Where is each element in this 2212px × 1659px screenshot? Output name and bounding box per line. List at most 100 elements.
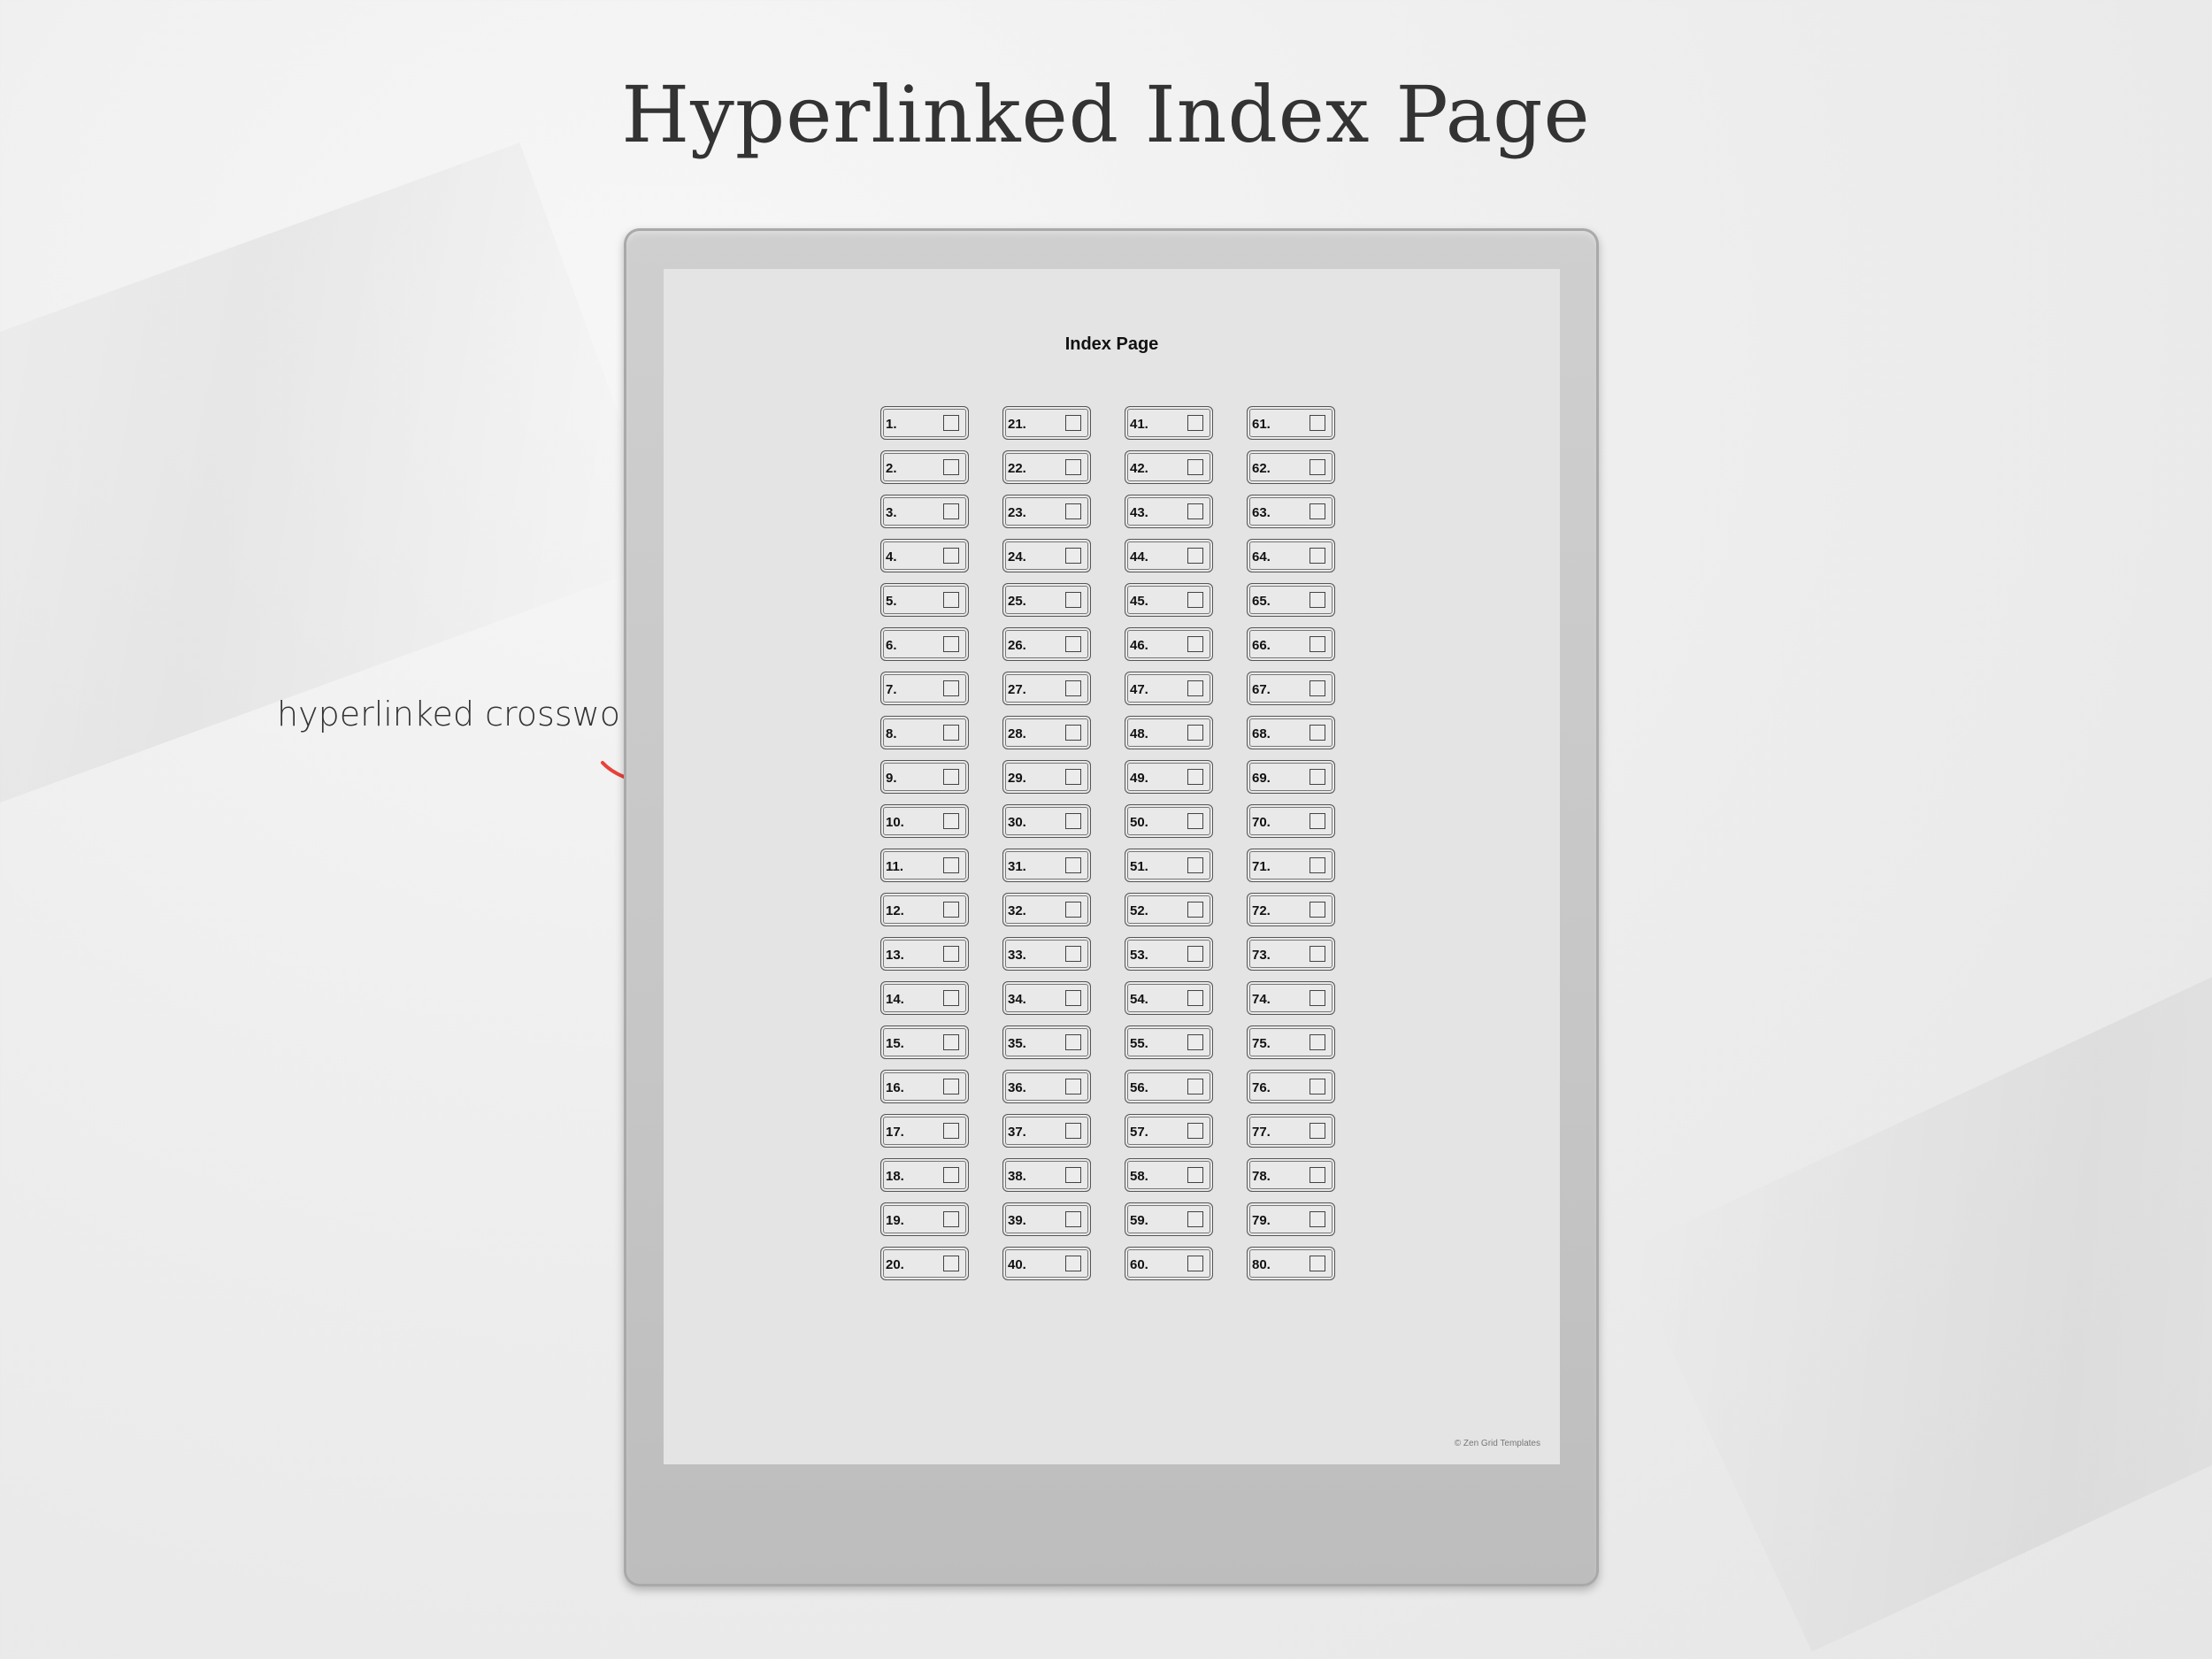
checkbox[interactable] bbox=[943, 1123, 959, 1139]
index-link-cell[interactable]: 11. bbox=[880, 849, 969, 882]
checkbox[interactable] bbox=[1310, 769, 1325, 785]
checkbox[interactable] bbox=[943, 1034, 959, 1050]
index-link-cell[interactable]: 24. bbox=[1002, 539, 1091, 572]
checkbox[interactable] bbox=[1187, 459, 1203, 475]
index-link-cell[interactable]: 54. bbox=[1125, 981, 1213, 1015]
index-link-cell[interactable]: 43. bbox=[1125, 495, 1213, 528]
index-link-cell[interactable]: 56. bbox=[1125, 1070, 1213, 1103]
index-link-cell[interactable]: 68. bbox=[1247, 716, 1335, 749]
checkbox[interactable] bbox=[1187, 592, 1203, 608]
checkbox[interactable] bbox=[943, 813, 959, 829]
index-link-cell[interactable]: 30. bbox=[1002, 804, 1091, 838]
checkbox[interactable] bbox=[1310, 415, 1325, 431]
checkbox[interactable] bbox=[1310, 1256, 1325, 1271]
checkbox[interactable] bbox=[1065, 1211, 1081, 1227]
index-link-cell[interactable]: 51. bbox=[1125, 849, 1213, 882]
checkbox[interactable] bbox=[1187, 1123, 1203, 1139]
index-link-cell[interactable]: 41. bbox=[1125, 406, 1213, 440]
checkbox[interactable] bbox=[1187, 503, 1203, 519]
checkbox[interactable] bbox=[1065, 415, 1081, 431]
checkbox[interactable] bbox=[1187, 857, 1203, 873]
checkbox[interactable] bbox=[1310, 725, 1325, 741]
checkbox[interactable] bbox=[1310, 459, 1325, 475]
checkbox[interactable] bbox=[1065, 902, 1081, 918]
index-link-cell[interactable]: 9. bbox=[880, 760, 969, 794]
checkbox[interactable] bbox=[943, 902, 959, 918]
index-link-cell[interactable]: 14. bbox=[880, 981, 969, 1015]
checkbox[interactable] bbox=[1065, 1034, 1081, 1050]
index-link-cell[interactable]: 76. bbox=[1247, 1070, 1335, 1103]
index-link-cell[interactable]: 46. bbox=[1125, 627, 1213, 661]
index-link-cell[interactable]: 72. bbox=[1247, 893, 1335, 926]
checkbox[interactable] bbox=[1310, 1079, 1325, 1094]
checkbox[interactable] bbox=[943, 1211, 959, 1227]
index-link-cell[interactable]: 37. bbox=[1002, 1114, 1091, 1148]
checkbox[interactable] bbox=[1310, 990, 1325, 1006]
index-link-cell[interactable]: 38. bbox=[1002, 1158, 1091, 1192]
checkbox[interactable] bbox=[1187, 813, 1203, 829]
checkbox[interactable] bbox=[943, 636, 959, 652]
index-link-cell[interactable]: 39. bbox=[1002, 1202, 1091, 1236]
index-link-cell[interactable]: 8. bbox=[880, 716, 969, 749]
checkbox[interactable] bbox=[1310, 946, 1325, 962]
index-link-cell[interactable]: 66. bbox=[1247, 627, 1335, 661]
checkbox[interactable] bbox=[943, 725, 959, 741]
index-link-cell[interactable]: 62. bbox=[1247, 450, 1335, 484]
index-link-cell[interactable]: 34. bbox=[1002, 981, 1091, 1015]
checkbox[interactable] bbox=[1065, 592, 1081, 608]
checkbox[interactable] bbox=[1310, 1211, 1325, 1227]
checkbox[interactable] bbox=[1187, 769, 1203, 785]
checkbox[interactable] bbox=[1187, 990, 1203, 1006]
checkbox[interactable] bbox=[1310, 1123, 1325, 1139]
index-link-cell[interactable]: 40. bbox=[1002, 1247, 1091, 1280]
index-link-cell[interactable]: 80. bbox=[1247, 1247, 1335, 1280]
index-link-cell[interactable]: 1. bbox=[880, 406, 969, 440]
index-link-cell[interactable]: 65. bbox=[1247, 583, 1335, 617]
checkbox[interactable] bbox=[1310, 857, 1325, 873]
index-link-cell[interactable]: 42. bbox=[1125, 450, 1213, 484]
checkbox[interactable] bbox=[1187, 1167, 1203, 1183]
index-link-cell[interactable]: 52. bbox=[1125, 893, 1213, 926]
index-link-cell[interactable]: 47. bbox=[1125, 672, 1213, 705]
checkbox[interactable] bbox=[1065, 946, 1081, 962]
checkbox[interactable] bbox=[1187, 725, 1203, 741]
checkbox[interactable] bbox=[1310, 636, 1325, 652]
index-link-cell[interactable]: 61. bbox=[1247, 406, 1335, 440]
index-link-cell[interactable]: 57. bbox=[1125, 1114, 1213, 1148]
index-link-cell[interactable]: 28. bbox=[1002, 716, 1091, 749]
checkbox[interactable] bbox=[1065, 1079, 1081, 1094]
index-link-cell[interactable]: 17. bbox=[880, 1114, 969, 1148]
index-link-cell[interactable]: 6. bbox=[880, 627, 969, 661]
index-link-cell[interactable]: 79. bbox=[1247, 1202, 1335, 1236]
index-link-cell[interactable]: 13. bbox=[880, 937, 969, 971]
index-link-cell[interactable]: 50. bbox=[1125, 804, 1213, 838]
checkbox[interactable] bbox=[1065, 636, 1081, 652]
checkbox[interactable] bbox=[943, 769, 959, 785]
index-link-cell[interactable]: 25. bbox=[1002, 583, 1091, 617]
checkbox[interactable] bbox=[943, 1079, 959, 1094]
checkbox[interactable] bbox=[1065, 813, 1081, 829]
index-link-cell[interactable]: 16. bbox=[880, 1070, 969, 1103]
index-link-cell[interactable]: 7. bbox=[880, 672, 969, 705]
index-link-cell[interactable]: 59. bbox=[1125, 1202, 1213, 1236]
index-link-cell[interactable]: 27. bbox=[1002, 672, 1091, 705]
checkbox[interactable] bbox=[1187, 636, 1203, 652]
index-link-cell[interactable]: 44. bbox=[1125, 539, 1213, 572]
index-link-cell[interactable]: 20. bbox=[880, 1247, 969, 1280]
index-link-cell[interactable]: 63. bbox=[1247, 495, 1335, 528]
index-link-cell[interactable]: 55. bbox=[1125, 1025, 1213, 1059]
checkbox[interactable] bbox=[943, 1256, 959, 1271]
index-link-cell[interactable]: 69. bbox=[1247, 760, 1335, 794]
index-link-cell[interactable]: 4. bbox=[880, 539, 969, 572]
checkbox[interactable] bbox=[943, 680, 959, 696]
index-link-cell[interactable]: 12. bbox=[880, 893, 969, 926]
checkbox[interactable] bbox=[1187, 415, 1203, 431]
index-link-cell[interactable]: 10. bbox=[880, 804, 969, 838]
checkbox[interactable] bbox=[1310, 680, 1325, 696]
checkbox[interactable] bbox=[1065, 1123, 1081, 1139]
checkbox[interactable] bbox=[1310, 813, 1325, 829]
checkbox[interactable] bbox=[1187, 946, 1203, 962]
checkbox[interactable] bbox=[1310, 1034, 1325, 1050]
index-link-cell[interactable]: 70. bbox=[1247, 804, 1335, 838]
index-link-cell[interactable]: 71. bbox=[1247, 849, 1335, 882]
